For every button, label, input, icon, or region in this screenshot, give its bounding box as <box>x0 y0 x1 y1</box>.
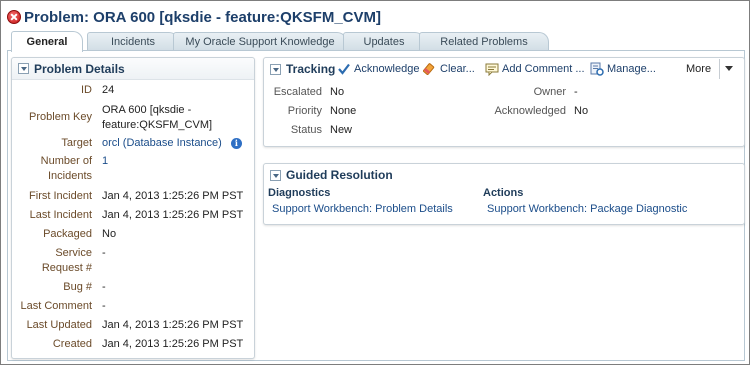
problem-key-value-line1: ORA 600 [qksdie - <box>102 104 192 116</box>
problem-details-title: Problem Details <box>34 61 125 76</box>
clear-label: Clear... <box>440 63 475 75</box>
last-updated-label: Last Updated <box>26 319 92 331</box>
target-link[interactable]: orcl (Database Instance) <box>102 137 222 149</box>
manage-icon <box>590 62 604 76</box>
acknowledge-label: Acknowledge <box>354 63 420 75</box>
problem-details-panel: Problem Details <box>11 57 255 359</box>
actions-heading: Actions <box>483 187 524 199</box>
acknowledge-check-icon <box>337 62 351 76</box>
more-button[interactable]: More <box>686 61 711 77</box>
incidents-count-link[interactable]: 1 <box>102 155 108 167</box>
number-of-incidents-label-line1: Number of <box>40 155 92 167</box>
last-incident-label: Last Incident <box>29 209 92 221</box>
add-comment-label: Add Comment ... <box>502 63 585 75</box>
priority-value: None <box>330 105 357 117</box>
guided-resolution-header[interactable]: Guided Resolution <box>264 164 744 186</box>
problem-key-value-line2: feature:QKSFM_CVM] <box>102 119 213 131</box>
status-value: New <box>330 124 353 136</box>
page-title: Problem: ORA 600 [qksdie - feature:QKSFM… <box>24 8 382 26</box>
problem-key-label: Problem Key <box>29 111 92 123</box>
clear-button[interactable]: Clear... <box>422 61 475 77</box>
tab-general[interactable]: General <box>11 31 83 52</box>
tab-bar: General Incidents My Oracle Support Know… <box>7 31 745 52</box>
clear-eraser-icon <box>422 62 437 76</box>
tab-my-oracle-support-knowledge[interactable]: My Oracle Support Knowledge <box>173 32 347 51</box>
target-label: Target <box>61 137 92 149</box>
add-comment-button[interactable]: Add Comment ... <box>485 61 585 77</box>
acknowledged-label: Acknowledged <box>494 105 566 117</box>
first-incident-label: First Incident <box>29 190 92 202</box>
info-icon[interactable]: i <box>230 138 242 149</box>
status-label: Status <box>290 124 322 136</box>
tracking-title: Tracking <box>286 62 336 76</box>
target-row: orcl (Database Instance) i <box>102 137 242 149</box>
tab-related-problems[interactable]: Related Problems <box>419 32 549 51</box>
service-request-label-line1: Service <box>55 247 92 259</box>
error-icon <box>7 10 21 24</box>
service-request-label-line2: Request # <box>41 262 92 274</box>
bug-value: - <box>102 281 106 293</box>
more-label: More <box>686 63 712 75</box>
service-request-value: - <box>102 247 106 259</box>
priority-label: Priority <box>287 105 322 117</box>
acknowledged-value: No <box>574 105 589 117</box>
number-of-incidents-link[interactable]: 1 <box>102 155 108 167</box>
comment-icon <box>485 62 499 77</box>
first-incident-value: Jan 4, 2013 1:25:26 PM PST <box>102 190 244 202</box>
created-label: Created <box>52 338 92 350</box>
packaged-value: No <box>102 228 117 240</box>
owner-value: - <box>574 86 578 98</box>
last-comment-value: - <box>102 300 106 312</box>
actions-link[interactable]: Support Workbench: Package Diagnostic <box>487 203 687 215</box>
collapse-icon[interactable] <box>18 63 29 74</box>
manage-button[interactable]: Manage... <box>590 61 656 77</box>
id-label: ID <box>81 84 92 96</box>
created-value: Jan 4, 2013 1:25:26 PM PST <box>102 338 244 350</box>
diagnostics-heading: Diagnostics <box>268 187 331 199</box>
collapse-icon[interactable] <box>270 169 281 181</box>
packaged-label: Packaged <box>43 228 92 240</box>
more-dropdown-icon[interactable] <box>725 66 733 71</box>
last-updated-value: Jan 4, 2013 1:25:26 PM PST <box>102 319 244 331</box>
last-comment-label: Last Comment <box>20 300 92 312</box>
escalated-label: Escalated <box>273 86 322 98</box>
toolbar-separator <box>719 59 720 79</box>
tab-updates[interactable]: Updates <box>343 32 425 51</box>
escalated-value: No <box>330 86 345 98</box>
owner-label: Owner <box>533 86 566 98</box>
id-value: 24 <box>102 84 115 96</box>
bug-label: Bug # <box>63 281 92 293</box>
tab-incidents[interactable]: Incidents <box>87 32 179 51</box>
guided-resolution-title: Guided Resolution <box>286 168 393 182</box>
title-bar: Problem: ORA 600 [qksdie - feature:QKSFM… <box>7 7 381 27</box>
diagnostics-link[interactable]: Support Workbench: Problem Details <box>272 203 453 215</box>
problem-details-header[interactable]: Problem Details <box>12 58 254 80</box>
window-frame: Problem: ORA 600 [qksdie - feature:QKSFM… <box>0 0 750 365</box>
acknowledge-button[interactable]: Acknowledge <box>337 61 419 77</box>
manage-label: Manage... <box>607 63 656 75</box>
last-incident-value: Jan 4, 2013 1:25:26 PM PST <box>102 209 244 221</box>
number-of-incidents-label-line2: Incidents <box>47 170 92 182</box>
collapse-icon[interactable] <box>270 63 281 75</box>
